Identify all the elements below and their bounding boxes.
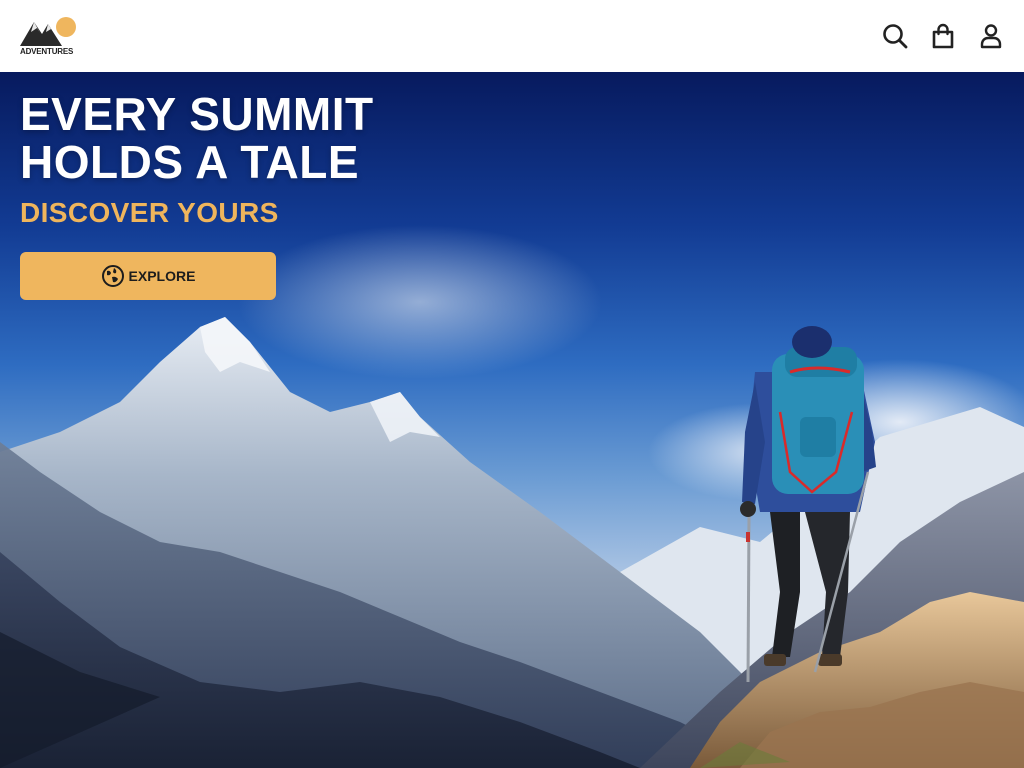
explore-button[interactable]: EXPLORE: [20, 252, 276, 300]
search-button[interactable]: [880, 20, 910, 52]
brand-logo[interactable]: ADVENTURES: [20, 16, 80, 58]
logo-text: ADVENTURES: [20, 47, 74, 56]
search-icon: [883, 24, 908, 49]
mountain-logo-icon: [20, 17, 76, 46]
headline-line-2: HOLDS A TALE: [20, 136, 360, 188]
compass-globe-icon: [101, 265, 124, 287]
site-header: ADVENTURES: [0, 0, 1024, 72]
cart-button[interactable]: [928, 20, 958, 52]
hero-headline: EVERY SUMMIT HOLDS A TALE: [20, 90, 374, 186]
user-icon: [980, 24, 1002, 49]
hero-section: EVERY SUMMIT HOLDS A TALE DISCOVER YOURS…: [0, 72, 1024, 768]
explore-button-label: EXPLORE: [128, 268, 196, 284]
account-button[interactable]: [976, 20, 1006, 52]
hero-subheadline: DISCOVER YOURS: [20, 197, 279, 228]
shopping-bag-icon: [932, 23, 954, 49]
headline-line-1: EVERY SUMMIT: [20, 88, 374, 140]
header-actions: [880, 20, 1006, 52]
